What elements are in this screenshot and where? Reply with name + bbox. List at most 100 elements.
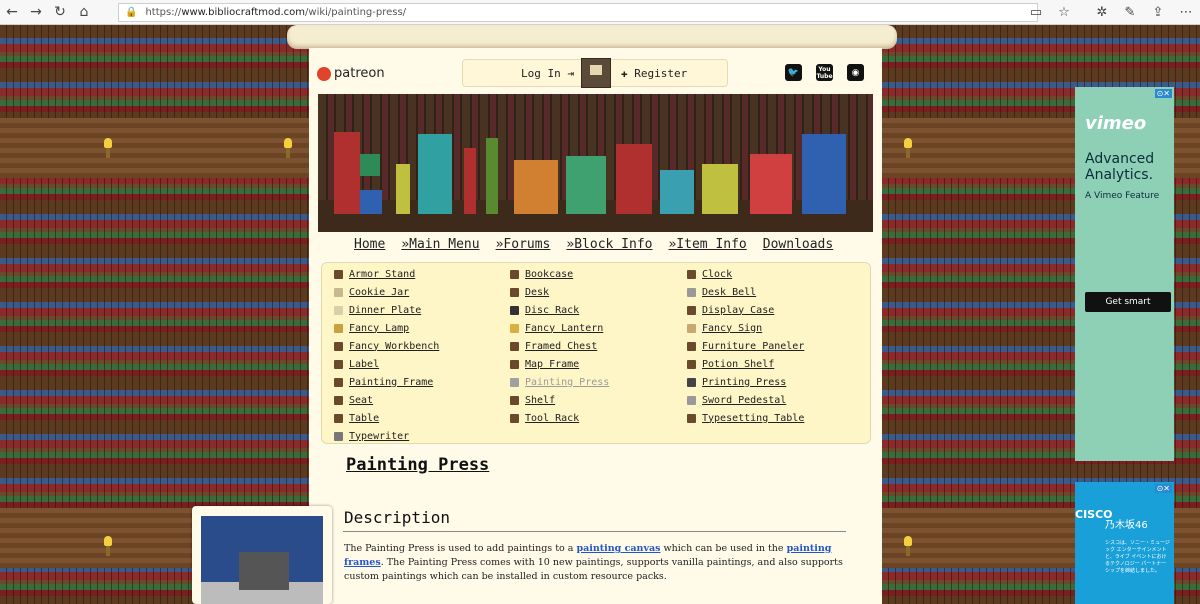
block-link-sword-pedestal[interactable]: Sword Pedestal: [687, 391, 804, 409]
desk-icon: [510, 287, 519, 297]
vimeo-ad[interactable]: ⊙✕ vimeo Advanced Analytics. A Vimeo Fea…: [1075, 87, 1174, 461]
block-column-2: Bookcase Desk Disc Rack Fancy Lantern Fr…: [510, 265, 609, 427]
menu-main-menu[interactable]: »Main Menu: [401, 237, 479, 252]
block-link-framed-chest[interactable]: Framed Chest: [510, 337, 609, 355]
block-link-cookie-jar[interactable]: Cookie Jar: [334, 283, 439, 301]
block-link-seat[interactable]: Seat: [334, 391, 439, 409]
twitter-icon[interactable]: 🐦: [785, 64, 802, 81]
painting-press-image: [201, 516, 323, 604]
torch-icon: [903, 536, 913, 556]
block-link-printing-press[interactable]: Printing Press: [687, 373, 804, 391]
bookcase-icon: [510, 269, 519, 279]
register-label: Register: [634, 67, 688, 80]
github-icon[interactable]: ◉: [847, 64, 864, 81]
vimeo-logo: vimeo: [1085, 113, 1147, 134]
menu-downloads[interactable]: Downloads: [763, 237, 833, 252]
top-bar: patreon Log In ⇥ ✚ Register 🐦 You Tube ◉: [309, 56, 882, 88]
login-icon: ⇥: [567, 67, 574, 80]
block-link-typesetting-table[interactable]: Typesetting Table: [687, 409, 804, 427]
login-button[interactable]: Log In ⇥: [521, 67, 574, 80]
block-link-tool-rack[interactable]: Tool Rack: [510, 409, 609, 427]
ad-subline: A Vimeo Feature: [1085, 191, 1160, 201]
clock-icon: [687, 269, 696, 279]
ad-close-icon[interactable]: ⊙✕: [1154, 89, 1172, 98]
block-link-desk[interactable]: Desk: [510, 283, 609, 301]
armor-stand-icon: [334, 269, 343, 279]
more-icon[interactable]: ⋯: [1172, 1, 1200, 23]
sword-pedestal-icon: [687, 395, 696, 405]
block-link-furniture-paneler[interactable]: Furniture Paneler: [687, 337, 804, 355]
back-icon[interactable]: ←: [0, 1, 24, 23]
map-frame-icon: [510, 359, 519, 369]
typewriter-icon: [334, 431, 343, 441]
block-link-potion-shelf[interactable]: Potion Shelf: [687, 355, 804, 373]
cookie-jar-icon: [334, 287, 343, 297]
menu-home[interactable]: Home: [354, 237, 385, 252]
label-icon: [334, 359, 343, 369]
scroll-header: [287, 25, 897, 49]
painting-canvas-link[interactable]: painting canvas: [576, 543, 660, 554]
forward-icon[interactable]: →: [24, 1, 48, 23]
refresh-icon[interactable]: ↻: [48, 1, 72, 23]
furniture-paneler-icon: [687, 341, 696, 351]
register-button[interactable]: ✚ Register: [621, 67, 687, 80]
block-link-label[interactable]: Label: [334, 355, 439, 373]
block-link-typewriter[interactable]: Typewriter: [334, 427, 439, 445]
block-link-armor-stand[interactable]: Armor Stand: [334, 265, 439, 283]
bibliocraft-banner: [318, 94, 873, 232]
page-title: Painting Press: [346, 455, 490, 475]
block-link-fancy-sign[interactable]: Fancy Sign: [687, 319, 804, 337]
tool-rack-icon: [510, 413, 519, 423]
cisco-ad[interactable]: ⊙✕ CISCO 乃木坂46 シスコは、ソニー・ミュージック エンターテインメン…: [1075, 482, 1174, 604]
address-bar[interactable]: 🔒 https://www.bibliocraftmod.com/wiki/pa…: [118, 3, 1038, 22]
block-link-fancy-lantern[interactable]: Fancy Lantern: [510, 319, 609, 337]
menu-block-info[interactable]: »Block Info: [566, 237, 652, 252]
block-link-fancy-lamp[interactable]: Fancy Lamp: [334, 319, 439, 337]
pen-icon[interactable]: ✎: [1116, 1, 1144, 23]
block-link-painting-press[interactable]: Painting Press: [510, 373, 609, 391]
desk-bell-icon: [687, 287, 696, 297]
block-column-1: Armor Stand Cookie Jar Dinner Plate Fanc…: [334, 265, 439, 445]
share-icon[interactable]: ⇪: [1144, 1, 1172, 23]
wiki-page: patreon Log In ⇥ ✚ Register 🐦 YouTube ◉: [309, 48, 882, 604]
block-link-dinner-plate[interactable]: Dinner Plate: [334, 301, 439, 319]
lock-icon: 🔒: [125, 7, 138, 18]
description-text: The Painting Press is used to add painti…: [344, 542, 844, 584]
block-link-desk-bell[interactable]: Desk Bell: [687, 283, 804, 301]
block-link-clock[interactable]: Clock: [687, 265, 804, 283]
painting-press-image-card: [192, 506, 332, 604]
torch-icon: [103, 138, 113, 158]
block-link-fancy-workbench[interactable]: Fancy Workbench: [334, 337, 439, 355]
divider: [343, 531, 846, 532]
favorite-star-icon[interactable]: ☆: [1050, 1, 1078, 23]
seat-icon: [334, 395, 343, 405]
block-link-disc-rack[interactable]: Disc Rack: [510, 301, 609, 319]
block-link-shelf[interactable]: Shelf: [510, 391, 609, 409]
reading-view-icon[interactable]: ▭: [1022, 1, 1050, 23]
fancy-lamp-icon: [334, 323, 343, 333]
desc-text-1: The Painting Press is used to add painti…: [344, 543, 577, 554]
menu-item-info[interactable]: »Item Info: [668, 237, 746, 252]
patreon-link[interactable]: patreon: [317, 66, 385, 81]
shelf-icon: [510, 395, 519, 405]
block-link-map-frame[interactable]: Map Frame: [510, 355, 609, 373]
block-link-bookcase[interactable]: Bookcase: [510, 265, 609, 283]
fancy-lantern-icon: [510, 323, 519, 333]
block-link-painting-frame[interactable]: Painting Frame: [334, 373, 439, 391]
block-link-display-case[interactable]: Display Case: [687, 301, 804, 319]
desc-text-3: . The Painting Press comes with 10 new p…: [344, 557, 843, 582]
ad-close-icon[interactable]: ⊙✕: [1154, 484, 1172, 493]
painting-press-icon: [510, 377, 519, 387]
favorites-icon[interactable]: ✲: [1088, 1, 1116, 23]
patreon-icon: [317, 66, 331, 81]
main-menu: Home »Main Menu »Forums »Block Info »Ite…: [354, 237, 833, 252]
block-link-table[interactable]: Table: [334, 409, 439, 427]
description-heading: Description: [344, 508, 450, 527]
menu-forums[interactable]: »Forums: [496, 237, 551, 252]
youtube-icon[interactable]: You Tube: [816, 64, 833, 81]
home-icon[interactable]: ⌂: [72, 1, 96, 23]
potion-shelf-icon: [687, 359, 696, 369]
login-label: Log In: [521, 67, 561, 80]
get-smart-button[interactable]: Get smart: [1085, 292, 1171, 312]
block-list-panel: Armor Stand Cookie Jar Dinner Plate Fanc…: [321, 262, 871, 444]
